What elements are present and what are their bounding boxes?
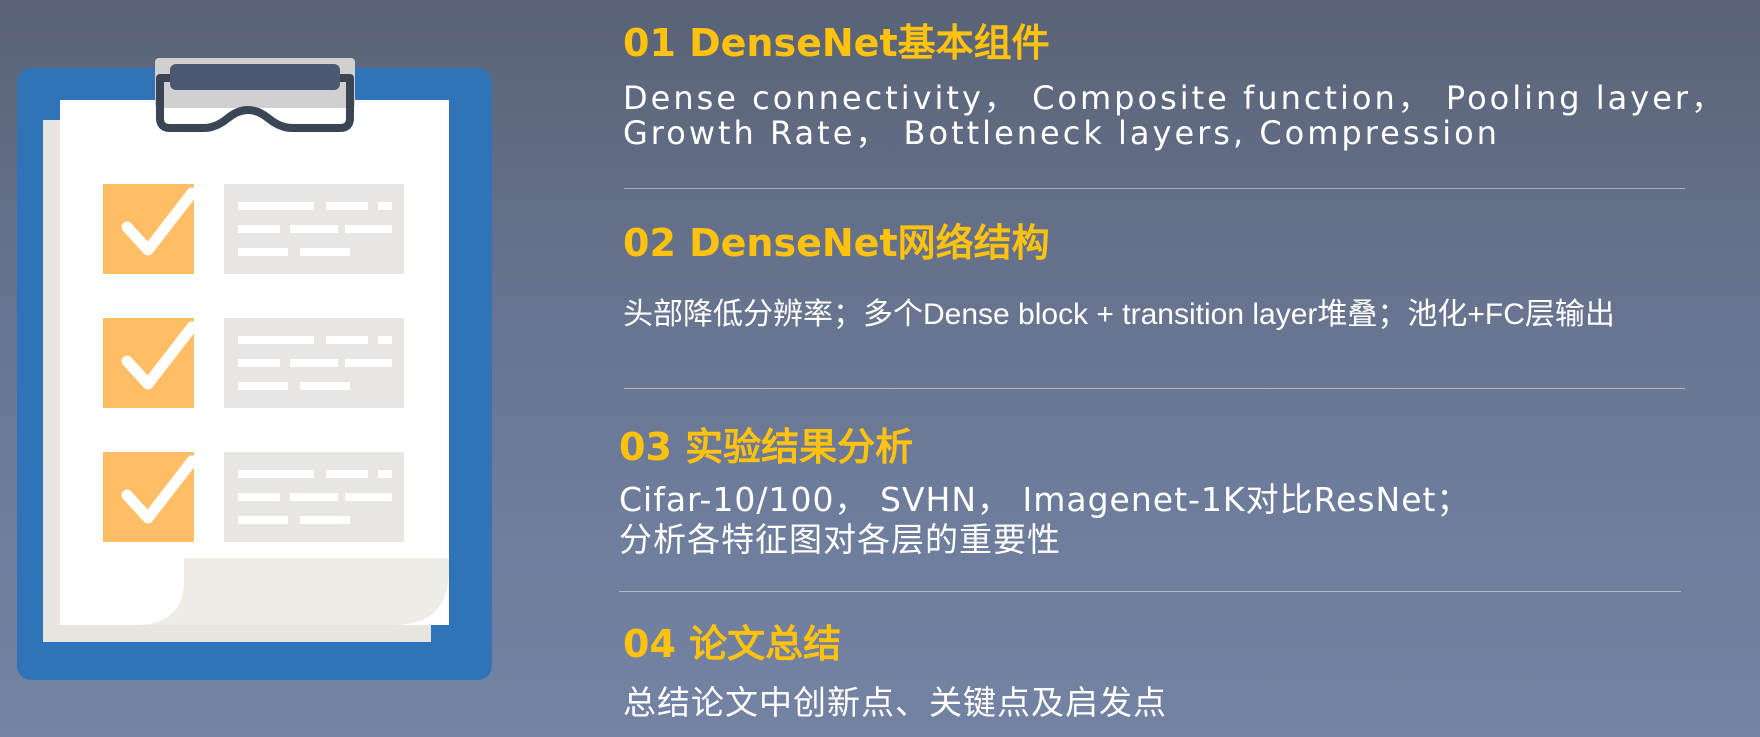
section-3-line-2: 分析各特征图对各层的重要性 — [619, 520, 1061, 559]
section-4-description: 总结论文中创新点、关键点及启发点 — [623, 683, 1167, 723]
section-1-line-2: Growth Rate， Bottleneck layers, Compress… — [623, 114, 1500, 152]
section-1-description: Dense connectivity， Composite function， … — [623, 81, 1726, 151]
section-2-title: 02 DenseNet网络结构 — [623, 221, 1050, 265]
agenda-list: 01 DenseNet基本组件 Dense connectivity， Comp… — [0, 0, 1760, 737]
divider-1 — [624, 188, 1685, 189]
section-1-line-1: Dense connectivity， Composite function， … — [623, 79, 1727, 117]
section-2-description: 头部降低分辨率；多个Dense block + transition layer… — [623, 295, 1615, 335]
divider-2 — [624, 388, 1685, 389]
section-2-line-1: 头部降低分辨率；多个Dense block + transition layer… — [623, 298, 1615, 331]
divider-3 — [619, 591, 1681, 592]
section-3-description: Cifar-10/100， SVHN， Imagenet-1K对比ResNet；… — [619, 480, 1470, 560]
section-4-title: 04 论文总结 — [623, 622, 842, 666]
section-1-title: 01 DenseNet基本组件 — [623, 21, 1050, 65]
section-3-title: 03 实验结果分析 — [619, 425, 914, 469]
section-3-line-1: Cifar-10/100， SVHN， Imagenet-1K对比ResNet； — [619, 480, 1471, 519]
section-4-line-1: 总结论文中创新点、关键点及启发点 — [623, 683, 1167, 722]
